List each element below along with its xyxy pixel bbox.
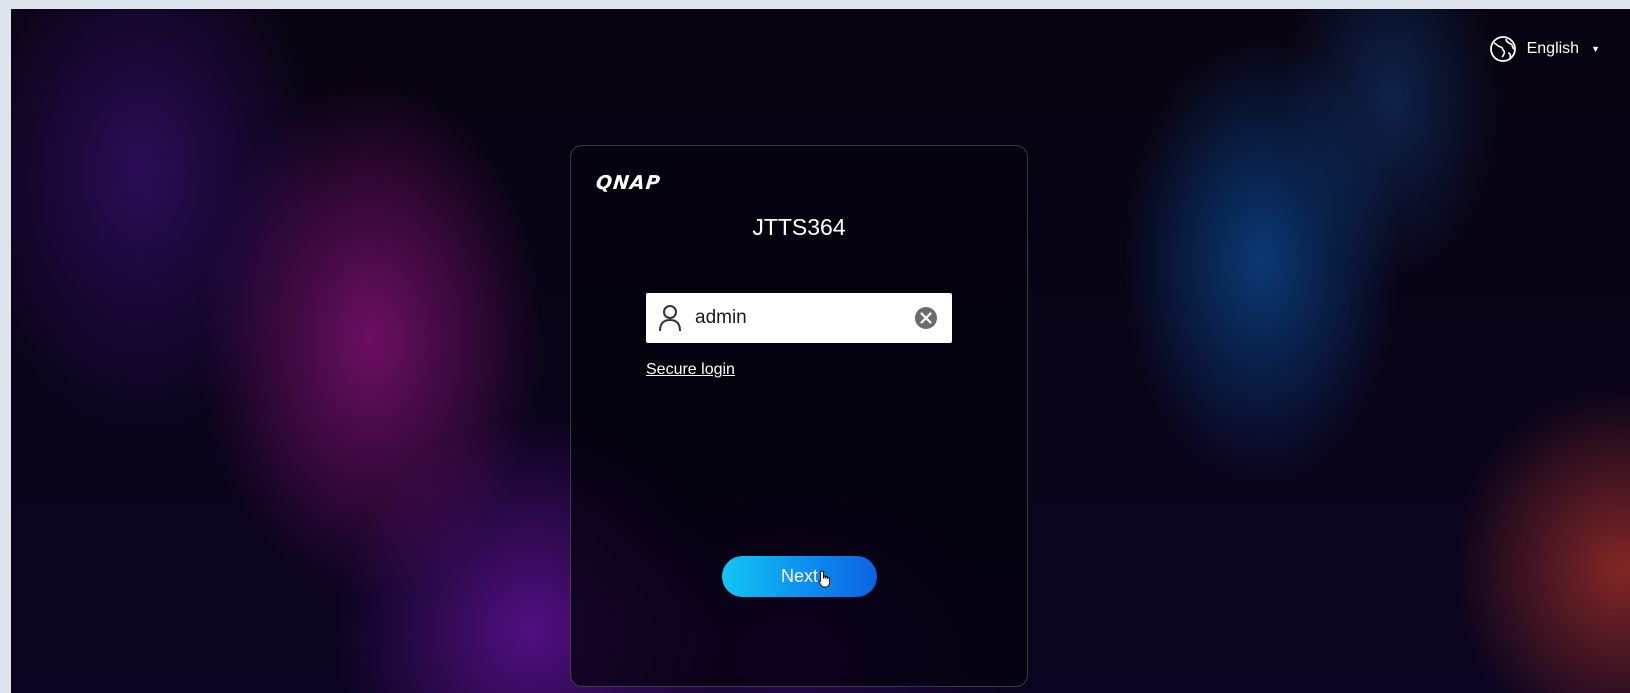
language-label: English xyxy=(1526,40,1580,57)
login-screen: English ▼ QNAP JTTS364 Secure login Next xyxy=(11,9,1630,693)
language-selector[interactable]: English ▼ xyxy=(1489,35,1600,63)
qnap-logo: QNAP xyxy=(594,172,662,194)
globe-icon xyxy=(1489,36,1516,62)
clear-icon[interactable] xyxy=(914,306,938,330)
next-button[interactable]: Next xyxy=(722,556,877,597)
chevron-down-icon: ▼ xyxy=(1591,44,1600,54)
secure-login-link[interactable]: Secure login xyxy=(646,361,735,379)
username-field[interactable] xyxy=(646,293,952,343)
username-input[interactable] xyxy=(695,307,895,329)
device-name: JTTS364 xyxy=(752,214,846,240)
login-card: QNAP JTTS364 Secure login Next xyxy=(570,145,1028,687)
user-icon xyxy=(657,303,683,333)
